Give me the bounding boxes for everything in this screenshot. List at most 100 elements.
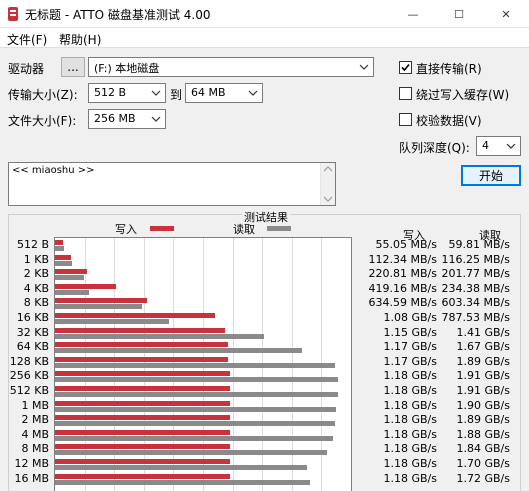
- read-bar: [55, 319, 169, 324]
- file-size-label: 文件大小(F):: [8, 114, 77, 128]
- write-value: 1.15 GB/s: [383, 325, 438, 339]
- write-bar: [55, 254, 72, 260]
- drive-select[interactable]: (F:) 本地磁盘: [88, 57, 374, 77]
- read-value: 234.38 MB/s: [441, 281, 510, 295]
- write-bar: [55, 415, 230, 421]
- write-bar: [55, 327, 226, 333]
- legend-read-label: 读取: [233, 223, 255, 236]
- write-bar: [55, 459, 230, 464]
- read-bar: [55, 289, 89, 295]
- transfer-to-select[interactable]: 64 MB: [185, 83, 263, 103]
- read-bar: [55, 435, 334, 441]
- category-label: 2 MB: [21, 413, 49, 427]
- write-bar: [55, 473, 230, 479]
- bypass-cache-checkbox[interactable]: [399, 87, 412, 100]
- bypass-cache-label: 绕过写入缓存(W): [416, 88, 510, 102]
- browse-button[interactable]: ...: [61, 57, 85, 77]
- read-value: 116.25 MB/s: [441, 252, 510, 266]
- chevron-down-icon: [151, 116, 161, 122]
- category-label: 1 MB: [21, 398, 49, 412]
- read-bar: [55, 465, 307, 470]
- write-value: 1.18 GB/s: [383, 384, 438, 397]
- read-value: 1.70 GB/s: [456, 457, 511, 470]
- app-icon: [8, 7, 18, 21]
- description-scrollbar[interactable]: [320, 163, 335, 205]
- category-label: 2 KB: [23, 267, 49, 281]
- read-value: 1.89 GB/s: [456, 354, 511, 368]
- results-group: 测试结果 写入 读取 写入 读取 512 B 55.05 MB/s 59.81 MB…: [8, 209, 521, 491]
- title-bar: 无标题 - ATTO 磁盘基准测试 4.00 — ☐ ✕: [0, 0, 529, 28]
- menu-help[interactable]: 帮助(H): [59, 31, 101, 48]
- read-bar: [55, 392, 338, 397]
- legend-write-label: 写入: [115, 223, 137, 236]
- category-label: 16 MB: [14, 471, 49, 485]
- checkmark-icon: [401, 63, 410, 72]
- read-bar: [55, 348, 303, 354]
- write-bar: [55, 386, 230, 391]
- description-text: << miaoshu >>: [12, 165, 95, 176]
- write-value: 1.17 GB/s: [383, 340, 438, 354]
- read-value: 1.89 GB/s: [456, 413, 511, 427]
- minimize-icon: —: [407, 7, 419, 21]
- write-value: 112.34 MB/s: [368, 252, 437, 266]
- menu-file[interactable]: 文件(F): [7, 31, 47, 48]
- read-bar: [55, 333, 264, 339]
- write-bar: [55, 240, 63, 245]
- category-label: 1 KB: [23, 252, 49, 266]
- read-value: 1.41 GB/s: [456, 325, 511, 339]
- read-bar: [55, 421, 335, 427]
- scroll-down-icon: [324, 196, 332, 202]
- write-value: 1.18 GB/s: [383, 471, 438, 485]
- read-value: 1.91 GB/s: [456, 384, 511, 397]
- drive-select-value: (F:) 本地磁盘: [94, 62, 160, 75]
- description-textarea[interactable]: << miaoshu >>: [8, 162, 336, 206]
- close-button[interactable]: ✕: [483, 0, 529, 28]
- category-label: 64 KB: [16, 340, 49, 354]
- legend-write-swatch: [150, 226, 174, 231]
- transfer-to-value: 64 MB: [191, 86, 226, 99]
- queue-depth-select[interactable]: 4: [476, 136, 521, 156]
- read-value: 1.67 GB/s: [456, 340, 511, 354]
- transfer-from-value: 512 B: [94, 86, 127, 99]
- write-bar: [55, 313, 215, 318]
- write-value: 1.18 GB/s: [383, 398, 438, 412]
- read-value: 603.34 MB/s: [441, 296, 510, 310]
- queue-depth-label: 队列深度(Q):: [399, 141, 470, 155]
- category-label: 4 KB: [23, 281, 49, 295]
- write-value: 1.18 GB/s: [383, 369, 438, 383]
- write-value: 220.81 MB/s: [368, 267, 437, 281]
- chevron-down-icon: [359, 64, 369, 70]
- transfer-from-select[interactable]: 512 B: [88, 83, 166, 103]
- read-bar: [55, 406, 337, 412]
- queue-depth-value: 4: [482, 139, 489, 152]
- start-button-label: 开始: [478, 169, 503, 183]
- write-value: 1.18 GB/s: [383, 427, 438, 441]
- transfer-size-label: 传输大小(Z):: [8, 88, 78, 102]
- read-bar: [55, 246, 64, 251]
- read-value: 1.90 GB/s: [456, 398, 511, 412]
- read-bar: [55, 479, 310, 485]
- write-bar: [55, 283, 116, 289]
- start-button[interactable]: 开始: [461, 165, 521, 186]
- file-size-select[interactable]: 256 MB: [88, 109, 166, 129]
- direct-io-label: 直接传输(R): [416, 62, 482, 76]
- close-icon: ✕: [501, 7, 511, 21]
- maximize-icon: ☐: [454, 7, 464, 21]
- to-label: 到: [170, 88, 183, 102]
- category-label: 16 KB: [16, 311, 49, 324]
- read-bar: [55, 450, 328, 456]
- direct-io-checkbox[interactable]: [399, 61, 412, 74]
- maximize-button[interactable]: ☐: [436, 0, 482, 28]
- read-value: 787.53 MB/s: [441, 311, 510, 324]
- write-bar: [55, 371, 230, 377]
- read-bar: [55, 377, 338, 383]
- verify-data-checkbox[interactable]: [399, 113, 412, 126]
- menu-bar: 文件(F) 帮助(H): [0, 28, 529, 48]
- results-chart: [54, 237, 352, 491]
- write-value: 1.18 GB/s: [383, 413, 438, 427]
- file-size-value: 256 MB: [94, 112, 136, 125]
- verify-data-label: 校验数据(V): [416, 114, 482, 128]
- minimize-button[interactable]: —: [390, 0, 436, 28]
- write-value: 1.18 GB/s: [383, 442, 438, 456]
- legend-read-swatch: [267, 226, 291, 231]
